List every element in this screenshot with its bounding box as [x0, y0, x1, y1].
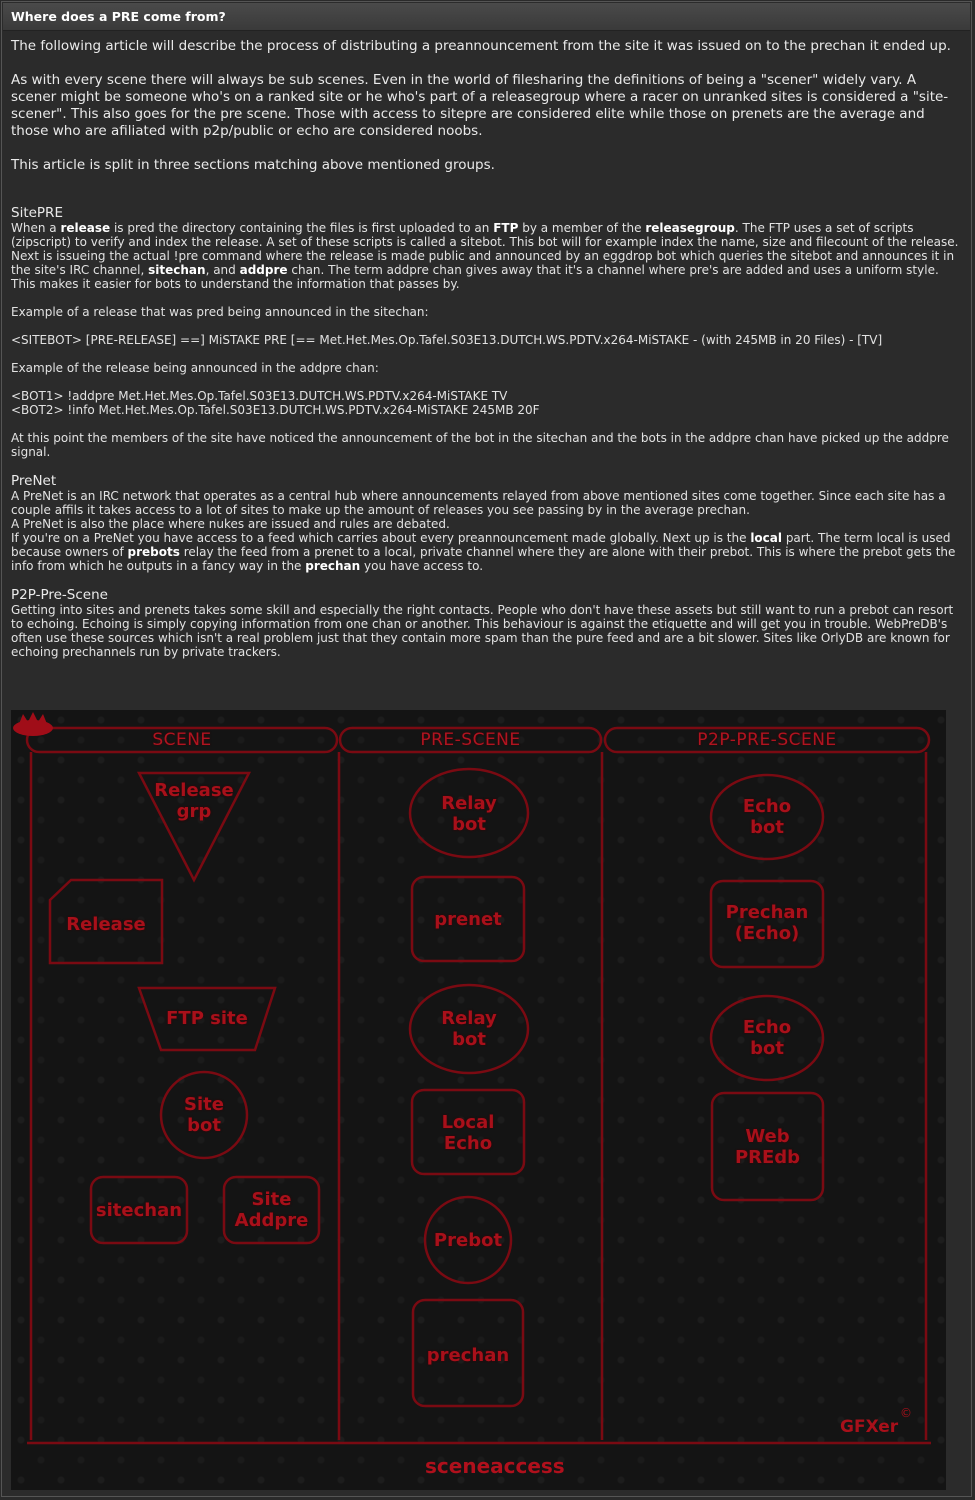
prebot-label: Prebot — [433, 1230, 503, 1251]
echo-bot-label-1: Echo bot — [742, 796, 792, 838]
intro-paragraph-3: This article is split in three sections … — [11, 157, 495, 173]
prenet-line-3: If you're on a PreNet you have access to… — [11, 531, 956, 573]
prechan-echo-label: Prechan (Echo) — [725, 902, 809, 944]
sceneaccess-brand: sceneaccess — [425, 1454, 565, 1478]
pre-flow-diagram: SCENE PRE-SCENE P2P-PRE-SCENE Release grp… — [11, 710, 946, 1490]
p2p-heading: P2P-Pre-Scene — [11, 587, 108, 603]
article-title-bar: Where does a PRE come from? — [3, 3, 970, 31]
sitepre-heading: SitePRE — [11, 205, 63, 221]
prechan-label: prechan — [426, 1345, 510, 1366]
pre-scene-header: PRE-SCENE — [420, 730, 521, 750]
local-echo-label: Local Echo — [441, 1112, 495, 1154]
webpredb-label: Web PREdb — [734, 1126, 801, 1168]
example1-label: Example of a release that was pred being… — [11, 305, 429, 319]
prenet-heading: PreNet — [11, 473, 57, 489]
site-bot-label: Site bot — [184, 1094, 224, 1136]
example2-line-2: <BOT2> !info Met.Het.Mes.Op.Tafel.S03E13… — [11, 403, 540, 417]
sceneaccess-logo-icon — [13, 712, 53, 736]
p2p-pre-scene-header: P2P-PRE-SCENE — [697, 730, 837, 750]
release-label: Release — [66, 914, 146, 935]
copyright-symbol: © — [900, 1406, 912, 1420]
example2-label: Example of the release being announced i… — [11, 361, 379, 375]
article-title: Where does a PRE come from? — [11, 9, 226, 24]
scene-header: SCENE — [152, 730, 212, 750]
ftp-site-label: FTP site — [166, 1008, 248, 1029]
sitechan-label: sitechan — [95, 1200, 183, 1221]
intro-paragraph-2: As with every scene there will always be… — [11, 72, 949, 139]
prenet-line-2: A PreNet is also the place where nukes a… — [11, 517, 450, 531]
example1-line: <SITEBOT> [PRE-RELEASE] ==] MiSTAKE PRE … — [11, 333, 883, 347]
example2-line-1: <BOT1> !addpre Met.Het.Mes.Op.Tafel.S03E… — [11, 389, 508, 403]
gfxer-signature: GFXer — [840, 1417, 899, 1437]
relay-bot-label-1: Relay bot — [441, 793, 497, 835]
release-grp-label: Release grp — [154, 780, 234, 822]
intro-paragraph-1: The following article will describe the … — [11, 38, 951, 54]
sitepre-closing: At this point the members of the site ha… — [11, 431, 949, 459]
prenet-label: prenet — [434, 909, 502, 930]
sitepre-paragraph-1: When a release is pred the directory con… — [11, 221, 959, 249]
site-addpre-label: Site Addpre — [234, 1189, 309, 1231]
echo-bot-label-2: Echo bot — [742, 1017, 792, 1059]
prenet-line-1: A PreNet is an IRC network that operates… — [11, 489, 946, 517]
p2p-paragraph: Getting into sites and prenets takes som… — [11, 603, 954, 659]
article-body: The following article will describe the … — [11, 38, 963, 659]
sitepre-paragraph-2: Next is issueing the actual !pre command… — [11, 249, 955, 291]
relay-bot-label-2: Relay bot — [441, 1008, 497, 1050]
